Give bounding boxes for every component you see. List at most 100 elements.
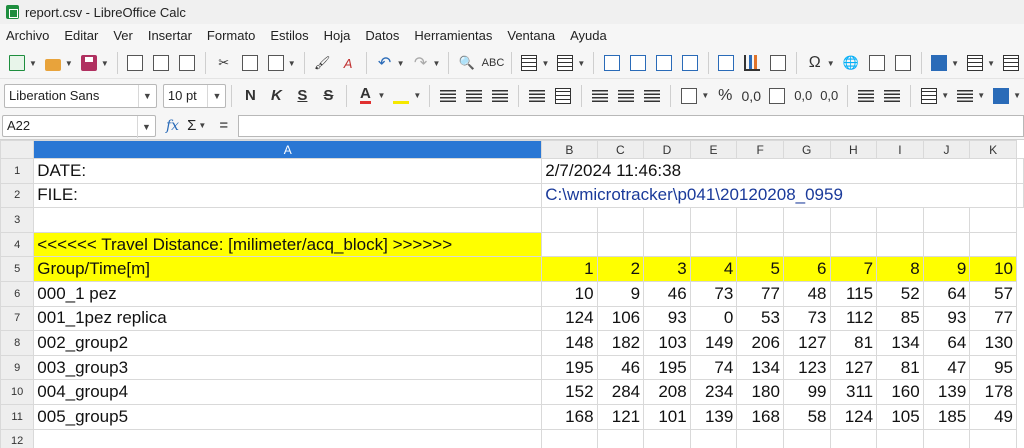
cell-a[interactable]: Group/Time[m]	[33, 256, 543, 282]
column-header-b[interactable]: B	[541, 140, 598, 159]
cell-value[interactable]: 152	[541, 379, 598, 405]
cell-value[interactable]	[969, 231, 1017, 258]
cell-value[interactable]	[596, 428, 645, 448]
column-dropdown-arrow[interactable]: ▼	[577, 59, 585, 68]
cell-value[interactable]: 93	[643, 305, 691, 332]
cell-value[interactable]: 121	[596, 403, 645, 430]
cell-value[interactable]: 3	[643, 256, 691, 282]
find-replace-button[interactable]: 🔍	[456, 51, 478, 75]
cell-value[interactable]: 58	[782, 403, 831, 430]
row-dropdown-arrow[interactable]: ▼	[541, 59, 549, 68]
cell-value[interactable]: 148	[541, 330, 598, 356]
border-color-dropdown-arrow[interactable]: ▼	[1013, 91, 1021, 100]
cell-value[interactable]: 2	[596, 256, 645, 282]
cell-value[interactable]: 195	[643, 354, 691, 381]
cell-b[interactable]: 2/7/2024 11:46:38	[541, 158, 1017, 184]
cell-value[interactable]: 4	[689, 256, 738, 282]
cell-value[interactable]	[969, 207, 1017, 233]
cell-value[interactable]	[876, 428, 924, 448]
column-header-e[interactable]: E	[689, 140, 738, 159]
center-vertically-button[interactable]	[615, 84, 637, 108]
cell-value[interactable]: 115	[829, 280, 878, 307]
sort-button[interactable]	[601, 51, 623, 75]
print-button[interactable]	[150, 51, 172, 75]
menu-ver[interactable]: Ver	[113, 28, 133, 43]
save-button[interactable]	[78, 51, 100, 75]
cell-value[interactable]	[541, 428, 598, 448]
define-print-area-button[interactable]	[928, 51, 950, 75]
cell-a[interactable]: <<<<<< Travel Distance: [milimeter/acq_b…	[33, 231, 543, 258]
cell-value[interactable]: 127	[782, 330, 831, 356]
italic-button[interactable]: K	[265, 84, 287, 108]
select-all-corner[interactable]	[0, 140, 35, 159]
percent-format-button[interactable]: %	[714, 84, 736, 108]
cell-value[interactable]: 103	[643, 330, 691, 356]
cell-value[interactable]: 149	[689, 330, 738, 356]
function-wizard-icon[interactable]: fx	[166, 118, 179, 134]
cell-value[interactable]: 10	[969, 256, 1017, 282]
paste-dropdown-arrow[interactable]: ▼	[288, 59, 296, 68]
number-format-button[interactable]: 0,0	[740, 84, 762, 108]
clear-formatting-button[interactable]: A	[337, 51, 359, 75]
print-preview-button[interactable]	[176, 51, 198, 75]
cell-value[interactable]: 284	[596, 379, 645, 405]
cut-button[interactable]: ✂	[213, 51, 235, 75]
row-header[interactable]: 3	[0, 207, 35, 233]
menu-insertar[interactable]: Insertar	[148, 28, 192, 43]
cell-a[interactable]: 002_group2	[33, 330, 543, 356]
decrease-indent-button[interactable]	[881, 84, 903, 108]
cell-value[interactable]: 49	[969, 403, 1017, 430]
menu-herramientas[interactable]: Herramientas	[414, 28, 492, 43]
row-header[interactable]: 1	[0, 158, 35, 184]
align-top-button[interactable]	[589, 84, 611, 108]
strikethrough-button[interactable]: S	[317, 84, 339, 108]
freeze-dropdown-arrow[interactable]: ▼	[987, 59, 995, 68]
new-document-button[interactable]	[6, 51, 28, 75]
menu-archivo[interactable]: Archivo	[6, 28, 49, 43]
border-style-button[interactable]	[954, 84, 976, 108]
headers-footers-button[interactable]	[892, 51, 914, 75]
font-size-combobox[interactable]: 10 pt ▼	[162, 83, 227, 108]
cell-value[interactable]: 168	[736, 403, 784, 430]
cell-value[interactable]: 124	[541, 305, 598, 332]
underline-button[interactable]: S	[291, 84, 313, 108]
cell-value[interactable]: 185	[922, 403, 971, 430]
cell-value[interactable]: 46	[596, 354, 645, 381]
cell-value[interactable]: 47	[922, 354, 971, 381]
cell-value[interactable]: 168	[541, 403, 598, 430]
cell-value[interactable]: 53	[736, 305, 784, 332]
redo-dropdown-arrow[interactable]: ▼	[433, 59, 441, 68]
sort-ascending-button[interactable]	[627, 51, 649, 75]
cell-value[interactable]: 6	[782, 256, 831, 282]
cell-value[interactable]	[689, 231, 738, 258]
cell-value[interactable]: 77	[736, 280, 784, 307]
cell-value[interactable]	[829, 231, 878, 258]
row-header[interactable]: 2	[0, 182, 35, 209]
cell-value[interactable]	[922, 428, 971, 448]
undo-button[interactable]: ↶	[374, 51, 396, 75]
row-button[interactable]	[518, 51, 540, 75]
chevron-down-icon[interactable]: ▼	[137, 84, 156, 107]
cell-a[interactable]: FILE:	[33, 182, 543, 209]
cell-value[interactable]: 134	[736, 354, 784, 381]
cell-value[interactable]	[969, 428, 1017, 448]
font-color-button[interactable]: A	[354, 84, 376, 108]
cell-value[interactable]: 206	[736, 330, 784, 356]
cell-value[interactable]: 5	[736, 256, 784, 282]
cell-value[interactable]: 57	[969, 280, 1017, 307]
row-header[interactable]: 12	[0, 428, 35, 448]
cell-b[interactable]: C:\wmicrotracker\p041\20120208_0959	[541, 182, 1017, 209]
cell-value[interactable]	[596, 207, 645, 233]
column-header-c[interactable]: C	[596, 140, 645, 159]
row-header[interactable]: 11	[0, 403, 35, 430]
paste-button[interactable]	[265, 51, 287, 75]
cell-value[interactable]	[736, 207, 784, 233]
special-character-button[interactable]: Ω	[804, 51, 826, 75]
cell-value[interactable]: 95	[969, 354, 1017, 381]
font-name-combobox[interactable]: Liberation Sans ▼	[4, 83, 157, 108]
cell-value[interactable]: 8	[876, 256, 924, 282]
cell-value[interactable]: 48	[782, 280, 831, 307]
cell-value[interactable]: 73	[689, 280, 738, 307]
cell-value[interactable]: 139	[922, 379, 971, 405]
cell-value[interactable]: 311	[829, 379, 878, 405]
